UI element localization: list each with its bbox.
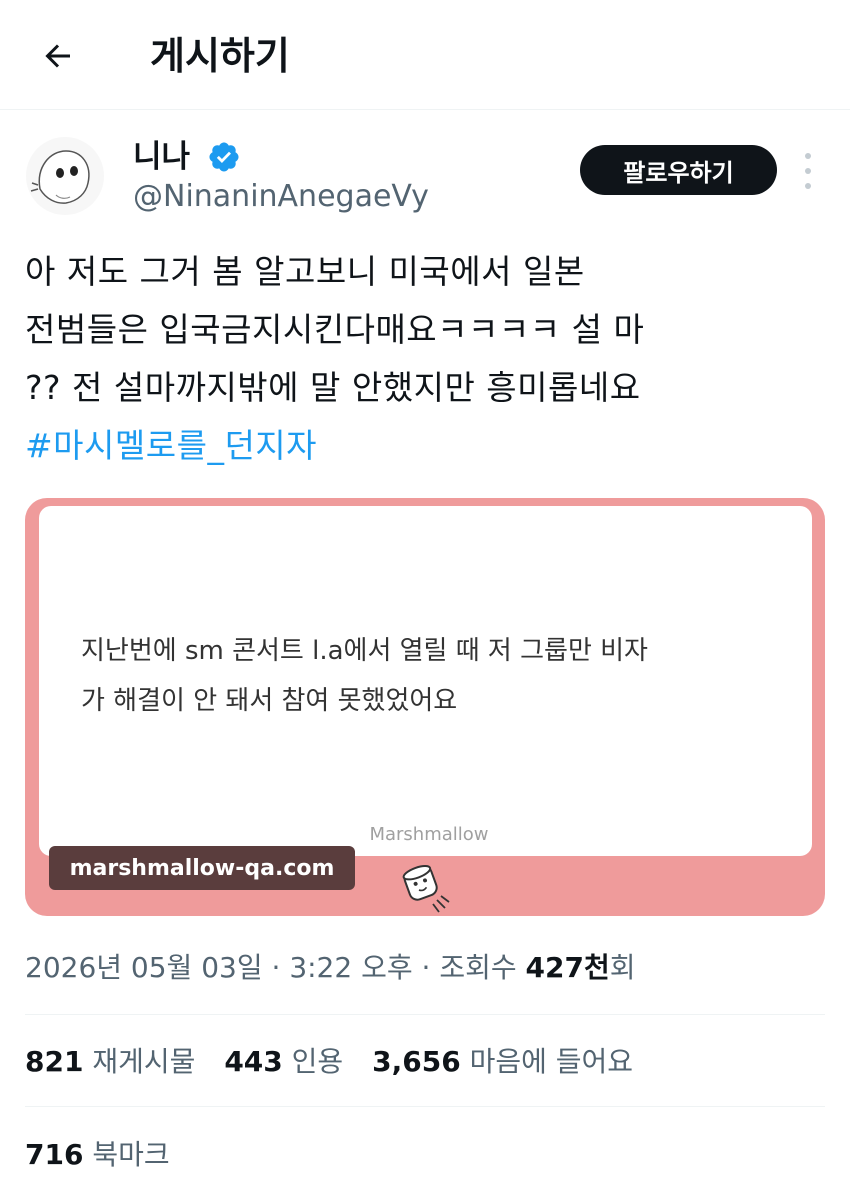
question-text: 지난번에 sm 콘서트 l.a에서 열릴 때 저 그룹만 비자 가 해결이 안 … <box>81 626 781 726</box>
retweets-stat[interactable]: 821 재게시물 <box>25 1045 215 1078</box>
back-button[interactable] <box>30 28 86 84</box>
views-count: 427천 <box>525 951 610 984</box>
more-options-button[interactable] <box>796 153 820 189</box>
likes-label: 마음에 들어요 <box>469 1045 634 1078</box>
bookmarks-stat[interactable]: 716 북마크 <box>25 1138 190 1171</box>
tweet-meta: 2026년 05월 03일 · 3:22 오후 · 조회수 427천회 <box>25 946 636 990</box>
quotes-count: 443 <box>224 1045 283 1078</box>
bookmark-stats: 716 북마크 <box>25 1133 190 1177</box>
bookmarks-label: 북마크 <box>92 1138 170 1171</box>
author-name[interactable]: 니나 <box>133 137 190 177</box>
avatar[interactable] <box>26 137 104 215</box>
tweet-date: 2026년 05월 03일 <box>25 951 263 984</box>
tweet-time: 3:22 오후 <box>289 951 413 984</box>
marshmallow-image-card[interactable]: 지난번에 sm 콘서트 l.a에서 열릴 때 저 그룹만 비자 가 해결이 안 … <box>25 498 825 916</box>
retweets-count: 821 <box>25 1045 84 1078</box>
divider <box>25 1014 825 1015</box>
engagement-stats: 821 재게시물 443 인용 3,656 마음에 들어요 <box>25 1040 653 1084</box>
views-label: 조회수 <box>439 951 517 984</box>
tweet-text-line: ?? 전 설마까지밖에 말 안했지만 흥미롭네요 <box>25 368 641 407</box>
likes-count: 3,656 <box>372 1045 461 1078</box>
meta-separator: · <box>262 951 290 984</box>
hashtag-link[interactable]: #마시멜로를_던지자 <box>25 417 825 475</box>
question-line: 가 해결이 안 돼서 참여 못했었어요 <box>81 686 458 716</box>
verified-badge-icon <box>209 142 239 172</box>
tweet-body: 아 저도 그거 봄 알고보니 미국에서 일본 전범들은 입국금지시킨다매요ㅋㅋㅋ… <box>25 243 825 475</box>
question-panel: 지난번에 sm 콘서트 l.a에서 열릴 때 저 그룹만 비자 가 해결이 안 … <box>39 506 812 856</box>
tweet-text-line: 아 저도 그거 봄 알고보니 미국에서 일본 <box>25 252 585 291</box>
divider <box>25 1106 825 1107</box>
brand-label: Marshmallow <box>369 824 489 845</box>
quotes-stat[interactable]: 443 인용 <box>224 1045 363 1078</box>
question-line: 지난번에 sm 콘서트 l.a에서 열릴 때 저 그룹만 비자 <box>81 636 648 666</box>
top-bar: 게시하기 <box>0 0 850 110</box>
page-title: 게시하기 <box>150 34 290 78</box>
more-vertical-icon <box>805 153 811 159</box>
views-suffix: 회 <box>609 951 636 984</box>
ghost-avatar-icon <box>30 150 90 204</box>
bookmarks-count: 716 <box>25 1138 84 1171</box>
site-url-label: marshmallow-qa.com <box>49 846 355 890</box>
marshmallow-logo-icon <box>402 865 450 913</box>
quotes-label: 인용 <box>291 1045 344 1078</box>
arrow-left-icon <box>45 44 70 68</box>
author-row: 니나 @NinaninAnegaeVy 팔로우하기 <box>0 115 850 225</box>
tweet-text-line: 전범들은 입국금지시킨다매요ㅋㅋㅋㅋ 설 마 <box>25 310 645 349</box>
follow-button[interactable]: 팔로우하기 <box>580 145 777 195</box>
likes-stat[interactable]: 3,656 마음에 들어요 <box>372 1045 653 1078</box>
meta-separator: · <box>412 951 440 984</box>
retweets-label: 재게시물 <box>92 1045 196 1078</box>
author-handle[interactable]: @NinaninAnegaeVy <box>133 177 429 217</box>
